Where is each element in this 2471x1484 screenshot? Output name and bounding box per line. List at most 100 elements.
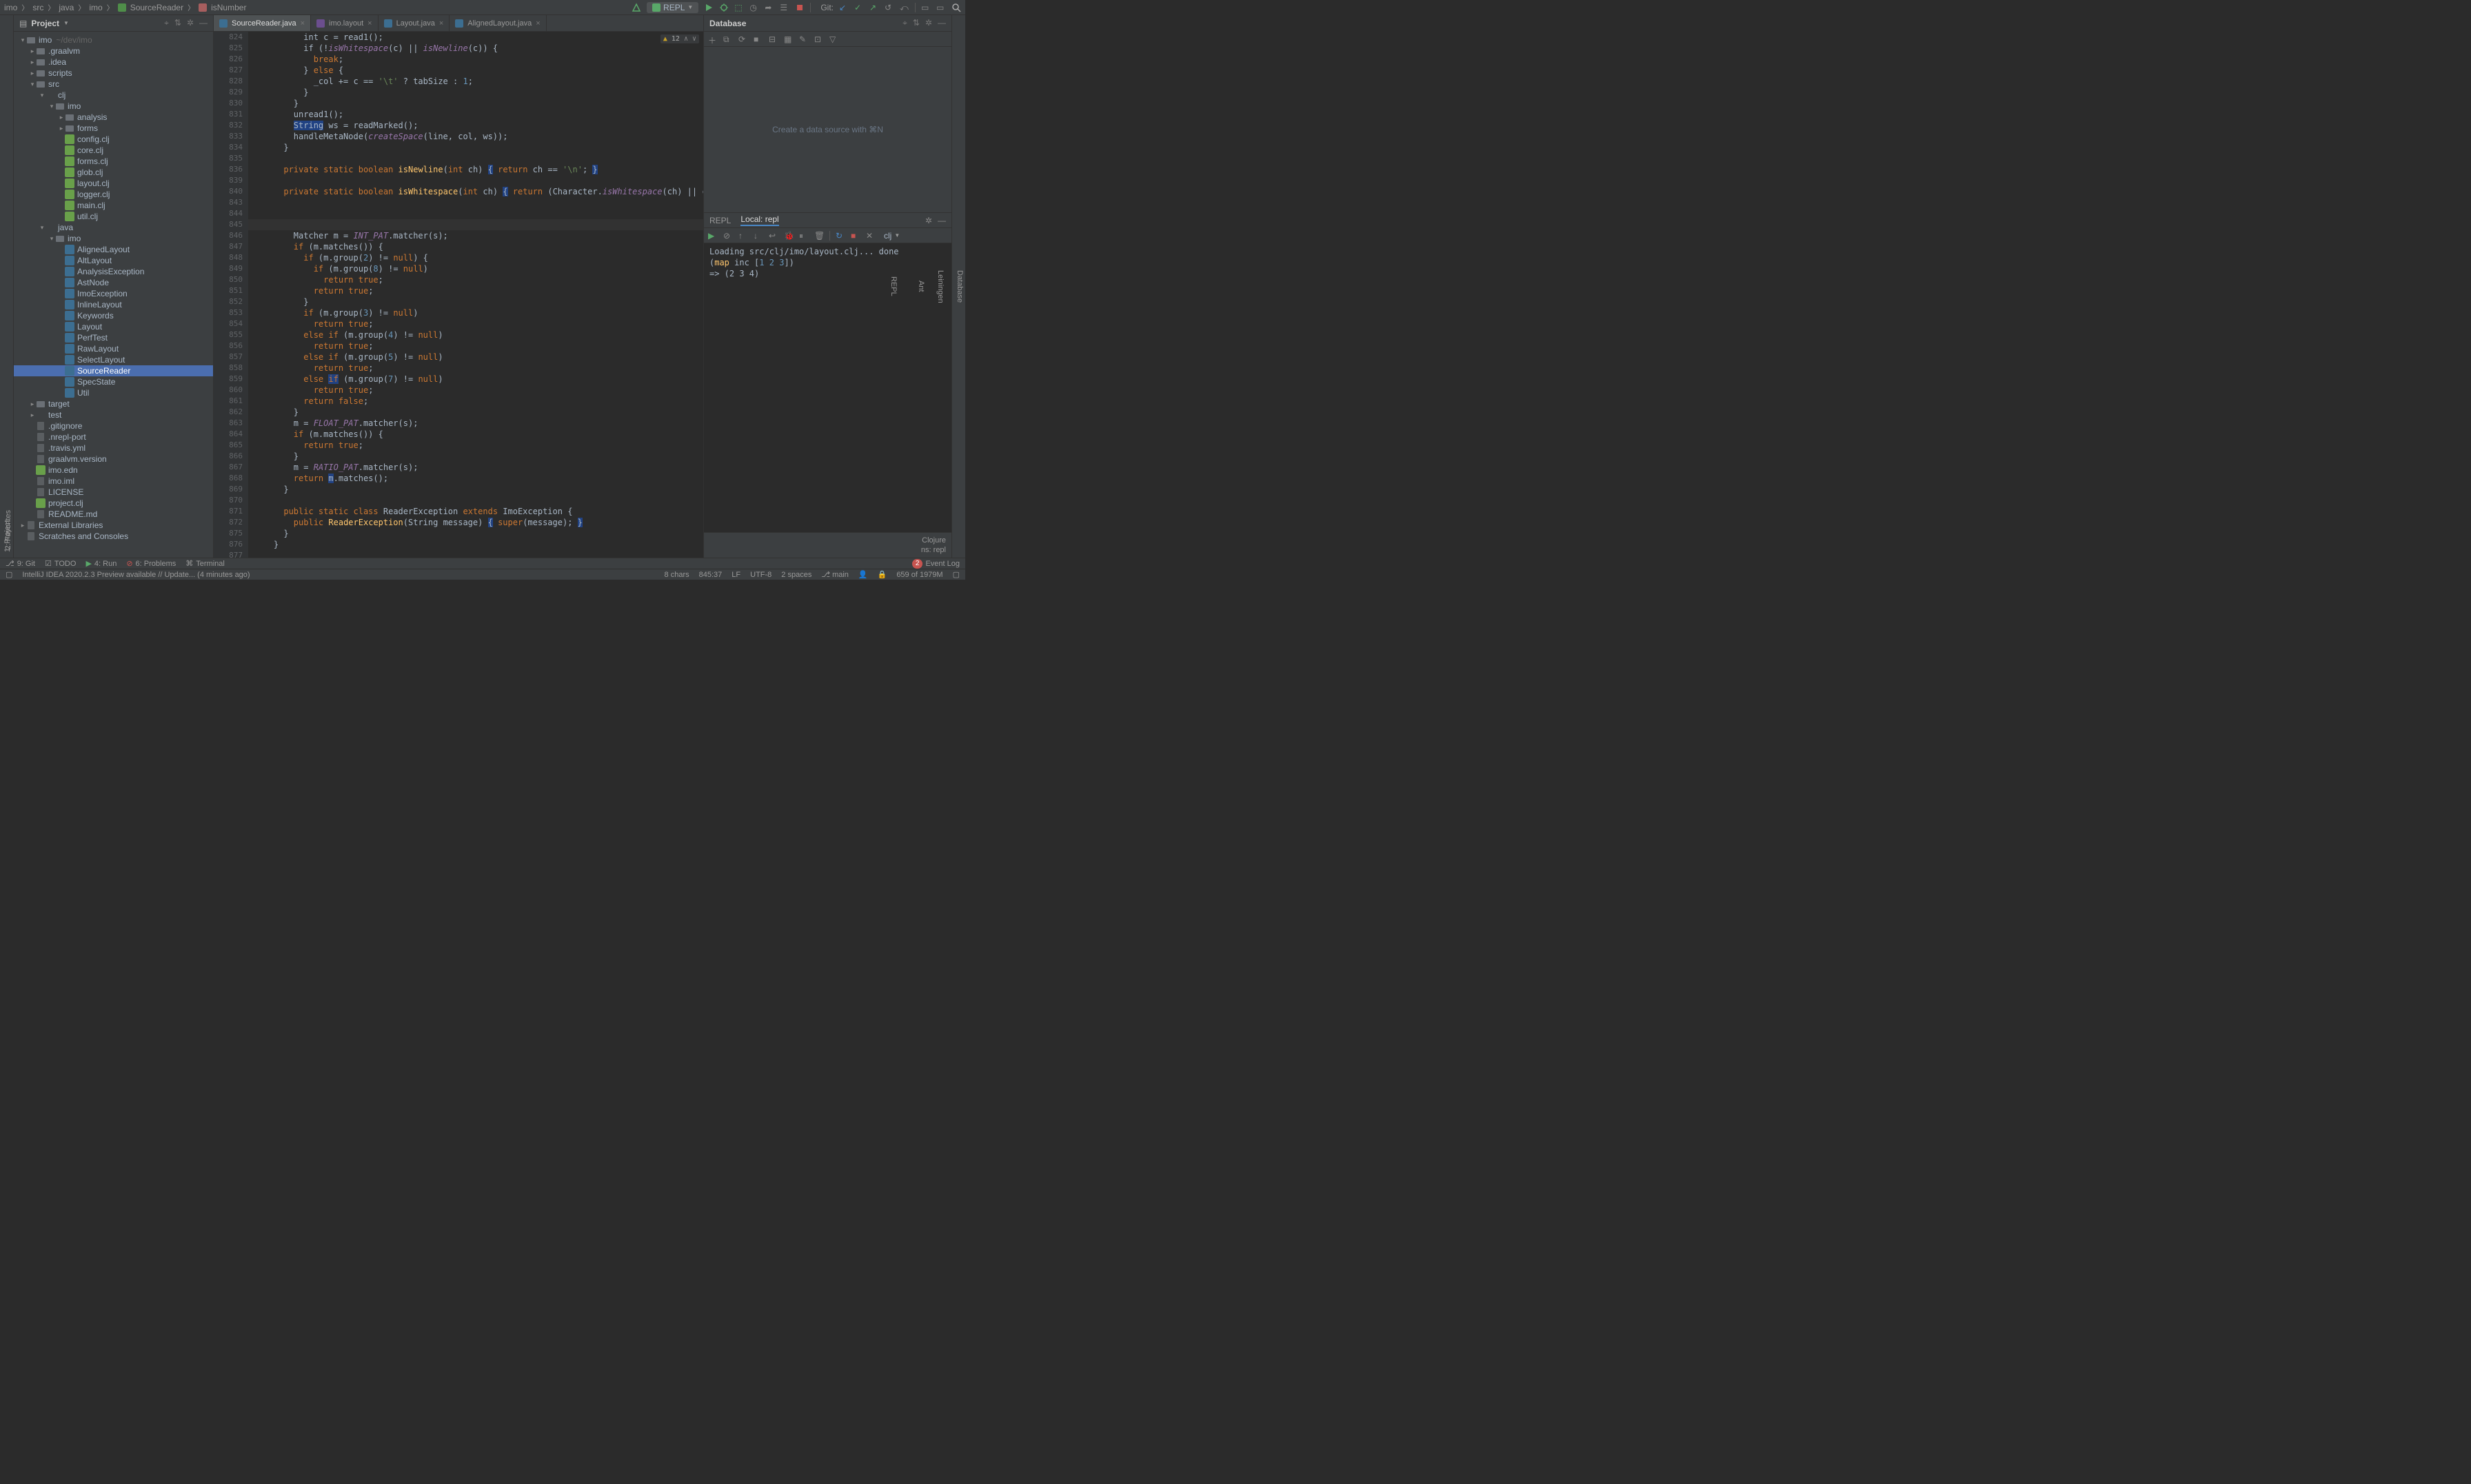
- tree-row[interactable]: AltLayout: [14, 255, 213, 266]
- chevron-down-icon[interactable]: ∨: [692, 35, 696, 43]
- line-number[interactable]: 863: [214, 418, 243, 429]
- toolstrip-item[interactable]: 2: Favorites: [3, 507, 14, 552]
- tree-row[interactable]: AstNode: [14, 277, 213, 288]
- tree-row[interactable]: ▸analysis: [14, 112, 213, 123]
- status-branch[interactable]: ⎇ main: [821, 570, 849, 579]
- code-line[interactable]: return true;: [254, 440, 703, 451]
- gear-icon[interactable]: ✲: [925, 18, 932, 28]
- run-config-selector[interactable]: REPL ▼: [647, 2, 698, 13]
- tree-row[interactable]: ▾imo~/dev/imo: [14, 34, 213, 45]
- tree-chevron-icon[interactable]: ▸: [58, 114, 65, 121]
- tree-row[interactable]: imo.edn: [14, 465, 213, 476]
- gear-icon[interactable]: ✲: [187, 18, 194, 28]
- line-number[interactable]: 835: [214, 153, 243, 164]
- code-line[interactable]: m = FLOAT_PAT.matcher(s);: [254, 418, 703, 429]
- code-line[interactable]: m = RATIO_PAT.matcher(s);: [254, 462, 703, 473]
- tree-row[interactable]: README.md: [14, 509, 213, 520]
- repl-line[interactable]: (map inc [1 2 3]): [709, 257, 946, 268]
- vcs-update-icon[interactable]: ↙: [839, 3, 849, 12]
- tree-row[interactable]: ▸.idea: [14, 57, 213, 68]
- toolwindow-run[interactable]: ▶4: Run: [85, 559, 117, 568]
- code-area[interactable]: int c = read1(); if (!isWhitespace(c) ||…: [248, 32, 703, 558]
- code-line[interactable]: }: [254, 142, 703, 153]
- project-tree[interactable]: ▾imo~/dev/imo▸.graalvm▸.idea▸scripts▾src…: [14, 32, 213, 558]
- code-line[interactable]: [254, 197, 703, 208]
- close-icon[interactable]: ✕: [866, 231, 876, 241]
- code-line[interactable]: }: [254, 484, 703, 495]
- line-number[interactable]: 836: [214, 164, 243, 175]
- tree-row[interactable]: SelectLayout: [14, 354, 213, 365]
- tree-row[interactable]: ▸forms: [14, 123, 213, 134]
- status-inspect-icon[interactable]: 👤: [858, 570, 868, 579]
- code-line[interactable]: return true;: [254, 274, 703, 285]
- ide-actions-icon[interactable]: ▭: [921, 3, 931, 12]
- close-icon[interactable]: ×: [536, 19, 540, 28]
- run-icon[interactable]: [704, 3, 714, 12]
- breadcrumb[interactable]: imo〉src〉java〉imo〉SourceReader〉isNumber: [4, 2, 246, 12]
- code-line[interactable]: [254, 550, 703, 558]
- locate-icon[interactable]: ⌖: [902, 18, 907, 28]
- code-line[interactable]: return true;: [254, 285, 703, 296]
- tree-chevron-icon[interactable]: ▸: [58, 125, 65, 132]
- line-number[interactable]: 834: [214, 142, 243, 153]
- more-run-icon[interactable]: ☰: [780, 3, 789, 12]
- build-icon[interactable]: [632, 3, 641, 12]
- code-line[interactable]: public ReaderException(String message) {…: [254, 517, 703, 528]
- stop-icon[interactable]: [795, 3, 805, 12]
- line-number[interactable]: 833: [214, 131, 243, 142]
- editor-tab[interactable]: Layout.java×: [379, 15, 450, 31]
- code-line[interactable]: }: [254, 98, 703, 109]
- line-number[interactable]: 877: [214, 550, 243, 558]
- line-number[interactable]: 856: [214, 340, 243, 352]
- tree-row[interactable]: AlignedLayout: [14, 244, 213, 255]
- line-number[interactable]: 870: [214, 495, 243, 506]
- expand-icon[interactable]: ⇅: [174, 18, 181, 28]
- tree-row[interactable]: .gitignore: [14, 420, 213, 431]
- tree-row[interactable]: SourceReader: [14, 365, 213, 376]
- code-line[interactable]: _col += c == '\t' ? tabSize : 1;: [254, 76, 703, 87]
- tree-row[interactable]: ▾src: [14, 79, 213, 90]
- tree-chevron-icon[interactable]: ▾: [29, 81, 36, 88]
- line-number[interactable]: 851: [214, 285, 243, 296]
- vcs-history-icon[interactable]: ↺: [885, 3, 894, 12]
- status-indent[interactable]: 2 spaces: [781, 571, 811, 579]
- code-line[interactable]: return true;: [254, 385, 703, 396]
- trash-icon[interactable]: 🗑: [814, 231, 824, 241]
- tree-row[interactable]: ▾clj: [14, 90, 213, 101]
- repl-tab-repl[interactable]: REPL: [709, 216, 731, 225]
- tree-row[interactable]: graalvm.version: [14, 454, 213, 465]
- toolstrip-item[interactable]: Ant: [916, 278, 927, 295]
- line-number[interactable]: 832: [214, 120, 243, 131]
- crumb[interactable]: java: [59, 3, 74, 12]
- code-line[interactable]: if (m.group(3) != null): [254, 307, 703, 318]
- debug-icon[interactable]: [719, 3, 729, 12]
- tree-chevron-icon[interactable]: ▸: [29, 59, 36, 66]
- repl-tab-local[interactable]: Local: repl: [740, 214, 778, 226]
- chevron-down-icon[interactable]: ▼: [63, 20, 69, 26]
- line-number[interactable]: 840: [214, 186, 243, 197]
- tree-row[interactable]: .travis.yml: [14, 443, 213, 454]
- close-icon[interactable]: ×: [301, 19, 305, 28]
- add-icon[interactable]: ＋: [708, 34, 718, 44]
- expand-icon[interactable]: ⇅: [913, 18, 920, 28]
- tree-row[interactable]: SpecState: [14, 376, 213, 387]
- line-number[interactable]: 845: [214, 219, 243, 230]
- line-number[interactable]: 875: [214, 528, 243, 539]
- status-position[interactable]: 845:37: [699, 571, 723, 579]
- code-line[interactable]: }: [254, 296, 703, 307]
- run-icon[interactable]: ▶: [708, 231, 718, 241]
- line-number[interactable]: 876: [214, 539, 243, 550]
- hide-icon[interactable]: —: [938, 18, 946, 28]
- line-number[interactable]: 872: [214, 517, 243, 528]
- line-number[interactable]: 827: [214, 65, 243, 76]
- toolstrip-item[interactable]: Leiningen: [935, 267, 946, 306]
- toolwindow-todo[interactable]: ☑TODO: [45, 559, 76, 568]
- ide-actions2-icon[interactable]: ▭: [936, 3, 946, 12]
- code-line[interactable]: private static boolean isNewline(int ch)…: [254, 164, 703, 175]
- database-body[interactable]: Create a data source with ⌘N: [704, 47, 951, 212]
- toolstrip-item[interactable]: Database: [954, 267, 965, 305]
- code-line[interactable]: int c = read1();: [254, 32, 703, 43]
- tree-row[interactable]: ▸External Libraries: [14, 520, 213, 531]
- line-number[interactable]: 848: [214, 252, 243, 263]
- line-number[interactable]: 849: [214, 263, 243, 274]
